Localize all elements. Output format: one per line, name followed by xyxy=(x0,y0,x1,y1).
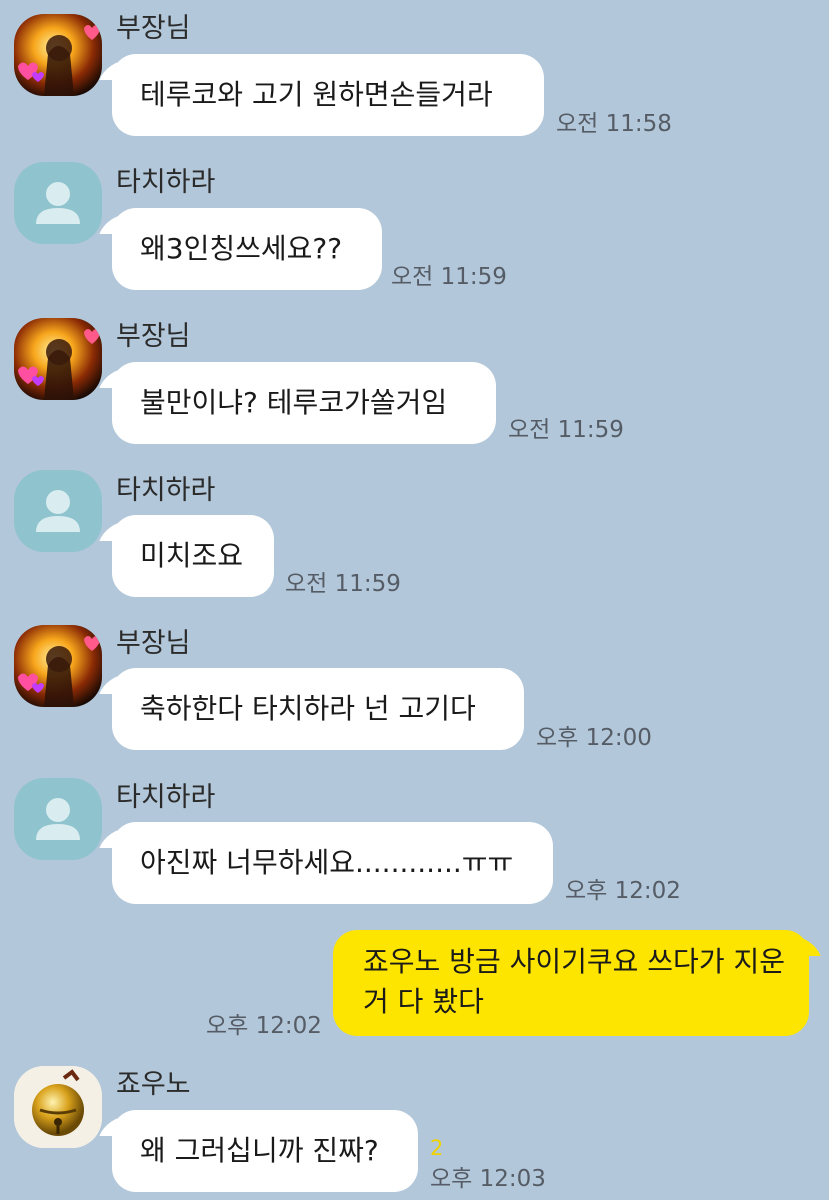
fiery-character-heart-icon xyxy=(14,625,102,707)
message-text: 테루코와 고기 원하면손들거라 xyxy=(140,78,493,111)
message-text: 죠우노 방금 사이기쿠요 쓰다가 지운 거 다 봤다 xyxy=(363,945,786,1018)
message-bubble[interactable]: 왜 그러십니까 진짜? xyxy=(112,1110,418,1192)
avatar-jouno-golden-bell-icon[interactable] xyxy=(14,1066,102,1148)
message-time: 오전 11:59 xyxy=(391,264,507,290)
golden-bell-icon xyxy=(14,1066,102,1148)
default-person-icon xyxy=(14,778,102,860)
default-person-icon xyxy=(14,162,102,244)
avatar-bujangnim-fiery-character-heart-icon[interactable] xyxy=(14,318,102,400)
avatar-tachihara-default-person-icon[interactable] xyxy=(14,162,102,244)
fiery-character-heart-icon xyxy=(14,14,102,96)
message-time: 오후 12:02 xyxy=(206,1013,322,1039)
message-text: 축하한다 타치하라 넌 고기다 xyxy=(140,692,476,725)
message-bubble[interactable]: 미치조요 xyxy=(112,515,274,597)
avatar-tachihara-default-person-icon[interactable] xyxy=(14,778,102,860)
message-time: 오전 11:58 xyxy=(556,111,672,137)
message-bubble[interactable]: 테루코와 고기 원하면손들거라 xyxy=(112,54,544,136)
message-time: 오전 11:59 xyxy=(285,571,401,597)
sender-name: 타치하라 xyxy=(116,782,216,813)
avatar-bujangnim-fiery-character-heart-icon[interactable] xyxy=(14,625,102,707)
message-text: 왜3인칭쓰세요?? xyxy=(140,232,343,265)
sender-name: 부장님 xyxy=(116,321,191,352)
message-text: 미치조요 xyxy=(140,539,244,572)
message-text: 아진짜 너무하세요............ㅠㅠ xyxy=(140,846,514,879)
message-bubble[interactable]: 불만이냐? 테루코가쏠거임 xyxy=(112,362,496,444)
message-text: 불만이냐? 테루코가쏠거임 xyxy=(140,386,448,419)
message-time: 오전 11:59 xyxy=(508,417,624,443)
message-time: 오후 12:02 xyxy=(565,878,681,904)
sender-name: 부장님 xyxy=(116,13,191,44)
message-time: 오후 12:03 xyxy=(430,1166,546,1192)
message-time: 오후 12:00 xyxy=(536,725,652,751)
avatar-bujangnim-fiery-character-heart-icon[interactable] xyxy=(14,14,102,96)
fiery-character-heart-icon xyxy=(14,318,102,400)
sender-name: 부장님 xyxy=(116,628,191,659)
message-bubble[interactable]: 아진짜 너무하세요............ㅠㅠ xyxy=(112,822,553,904)
sender-name: 타치하라 xyxy=(116,167,216,198)
message-text: 왜 그러십니까 진짜? xyxy=(140,1134,379,1167)
sender-name: 죠우노 xyxy=(116,1069,191,1100)
avatar-tachihara-default-person-icon[interactable] xyxy=(14,470,102,552)
my-message-bubble[interactable]: 죠우노 방금 사이기쿠요 쓰다가 지운 거 다 봤다 xyxy=(333,930,809,1036)
default-person-icon xyxy=(14,470,102,552)
unread-count-badge: 2 xyxy=(430,1136,444,1160)
message-bubble[interactable]: 축하한다 타치하라 넌 고기다 xyxy=(112,668,524,750)
message-bubble[interactable]: 왜3인칭쓰세요?? xyxy=(112,208,382,290)
sender-name: 타치하라 xyxy=(116,475,216,506)
